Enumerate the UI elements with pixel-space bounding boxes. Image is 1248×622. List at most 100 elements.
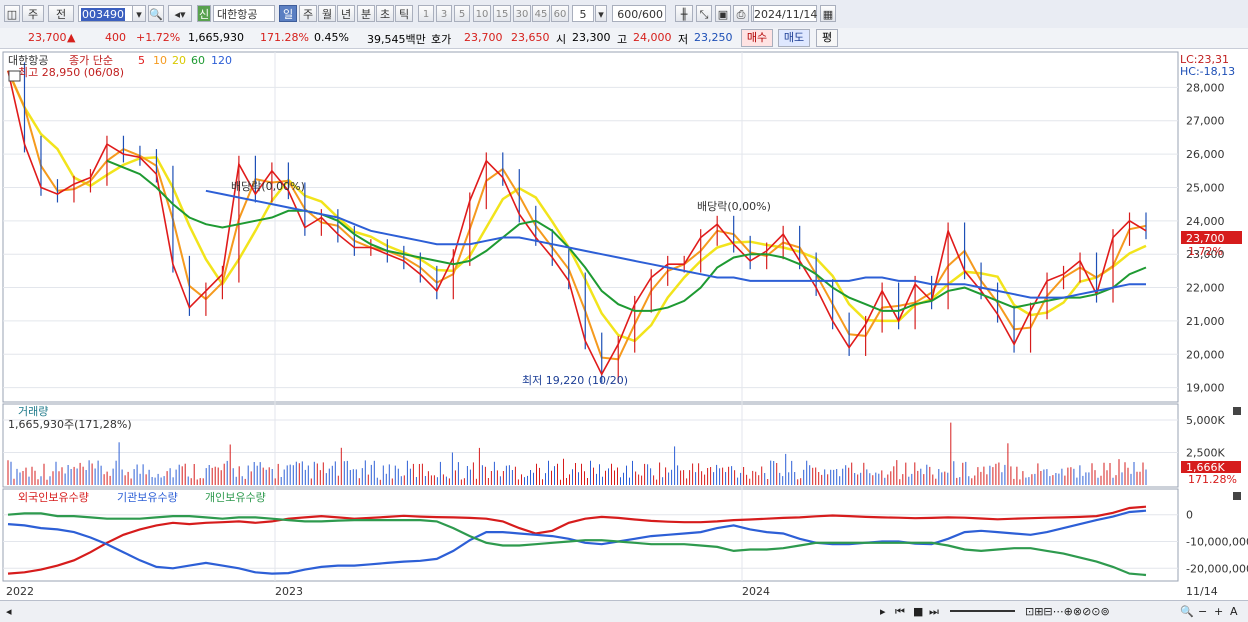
tab-minute[interactable]: 분 [357,5,375,22]
holding-y-tick: 0 [1186,509,1193,522]
print-icon[interactable]: ⎙ [733,5,749,22]
tab-daily-label: 일 [282,8,294,21]
price-change: 400 [105,31,126,44]
tab-tick[interactable]: 틱 [395,5,413,22]
tab-minute-label: 분 [360,8,372,21]
candle-icon[interactable]: ╫ [675,5,693,22]
hc-label: HC:-18,13 [1180,65,1235,78]
stock-code-input[interactable]: 003490 [78,5,138,22]
volume-close-icon[interactable] [1233,407,1241,415]
scroll-right-icon[interactable]: ▸ [880,605,886,618]
price-y-tick: 24,000 [1186,215,1225,228]
low-label: 저 [678,33,689,46]
holding-close-icon[interactable] [1233,492,1241,500]
tab-weekly[interactable]: 주 [299,5,317,22]
scroll-left-icon[interactable]: ◂ [6,605,12,618]
tab-yearly[interactable]: 년 [337,5,355,22]
date-input[interactable]: 2024/11/14 [753,5,817,22]
interval-45-label: 45 [534,9,548,20]
count-input[interactable]: 600/600 [612,5,666,22]
legend-foreign: 외국인보유수량 [18,491,89,504]
volume-title: 거래량 [18,405,48,418]
period-type-label: 주 [27,8,39,21]
price-y-tick: 20,000 [1186,348,1225,361]
interval-dropdown-icon[interactable]: ▾ [595,5,607,22]
chart-area[interactable]: 19,000 20,000 21,000 22,000 23,000 24,000 25,0… [0,49,1248,621]
price-y-tick: 26,000 [1186,148,1225,161]
font-size-icon[interactable]: A [1230,605,1238,618]
high-price: 24,000 [633,31,672,44]
trade-amount: 39,545백만 [367,33,426,46]
calendar-small-icon [8,70,21,82]
stock-code-dropdown-icon[interactable]: ▾ [132,5,146,22]
chart-menu-icon[interactable]: ◫ [4,5,20,22]
volume-last-pct: 171.28% [1188,473,1237,486]
legend-institution: 기관보유수량 [117,491,178,504]
stock-name-value: 대한항공 [217,8,258,21]
tab-daily[interactable]: 일 [279,5,297,22]
interval-1[interactable]: 1 [418,5,434,22]
dividend-note-1: 배당락(0,00%) [231,180,305,193]
sound-icon[interactable]: ◂▾ [168,5,192,22]
interval-5[interactable]: 5 [454,5,470,22]
interval-input-value: 5 [579,8,587,21]
price-y-tick: 21,000 [1186,315,1225,328]
rewind-icon[interactable]: ⏮ [895,605,905,619]
volume-y-tick: 5,000K [1186,414,1225,427]
low-price: 23,250 [694,31,733,44]
interval-input[interactable]: 5 [572,5,594,22]
period-type-button[interactable]: 주 [22,5,44,22]
tab-tick-label: 틱 [398,8,410,21]
interval-60-label: 60 [553,9,567,20]
legend-individual: 개인보유수량 [205,491,266,504]
zoom-slider[interactable] [950,610,1015,612]
chart-canvas[interactable]: 19,00020,00021,00022,00023,00024,00025,0… [0,49,1248,600]
x-label-2022: 2022 [6,585,34,598]
count-value: 600 [617,8,639,21]
price-y-tick: 28,000 [1186,81,1225,94]
tab-monthly[interactable]: 월 [318,5,336,22]
interval-45[interactable]: 45 [532,5,550,22]
forward-icon[interactable]: ⏭ [929,605,939,619]
ma-5-label: 5 [138,54,145,67]
ma-120-label: 120 [211,54,232,67]
volume-value-label: 1,665,930주(171,28%) [8,418,132,431]
zoom-in-icon[interactable]: + [1214,605,1223,618]
last-price-tag: 23,700 [1186,232,1225,245]
stock-name-field[interactable]: 대한항공 [213,5,275,22]
tab-weekly-label: 주 [302,8,314,21]
buy-button[interactable]: 매수 [741,29,773,47]
range-label: 전 [55,8,67,21]
interval-10[interactable]: 10 [473,5,491,22]
chart-scrollbar[interactable]: ◂ ▸ ⏮ ■ ⏭ ⊡⊞⊟⋯⊕⊗⊘⊙⊚ 🔍 − + A [0,600,1248,622]
holding-y-tick: -10,000,000 [1186,536,1248,549]
bid-price: 23,650 [511,31,550,44]
tab-yearly-label: 년 [340,8,352,21]
calendar-icon[interactable]: ▦ [820,5,836,22]
x-label-2024: 2024 [742,585,770,598]
interval-3[interactable]: 3 [436,5,452,22]
range-button[interactable]: 전 [48,5,74,22]
x-label-2023: 2023 [275,585,303,598]
tool-icons[interactable]: ⊡⊞⊟⋯⊕⊗⊘⊙⊚ [1025,605,1110,618]
save-icon[interactable]: ▣ [715,5,731,22]
high-note: 최고 28,950 (06/08) [18,66,124,79]
interval-60[interactable]: 60 [551,5,569,22]
tab-second[interactable]: 초 [376,5,394,22]
interval-10-label: 10 [475,9,489,20]
price-y-tick: 22,000 [1186,282,1225,295]
crosshair-icon[interactable]: ⤡ [696,5,712,22]
volume-pct: 171.28% [260,31,309,44]
last-pct-tag: 1.72% [1188,245,1223,258]
price-change-pct: +1.72% [136,31,181,44]
stop-icon[interactable]: ■ [913,605,923,618]
search-icon[interactable]: 🔍 [148,5,164,22]
new-badge-text: 신 [198,8,210,21]
interval-30[interactable]: 30 [513,5,531,22]
zoom-out-icon[interactable]: − [1198,605,1207,618]
zoom-search-icon[interactable]: 🔍 [1180,605,1194,618]
eval-button[interactable]: 평 [816,29,838,47]
sell-button[interactable]: 매도 [778,29,810,47]
interval-15[interactable]: 15 [493,5,511,22]
dividend-note-2: 배당락(0,00%) [697,200,771,213]
